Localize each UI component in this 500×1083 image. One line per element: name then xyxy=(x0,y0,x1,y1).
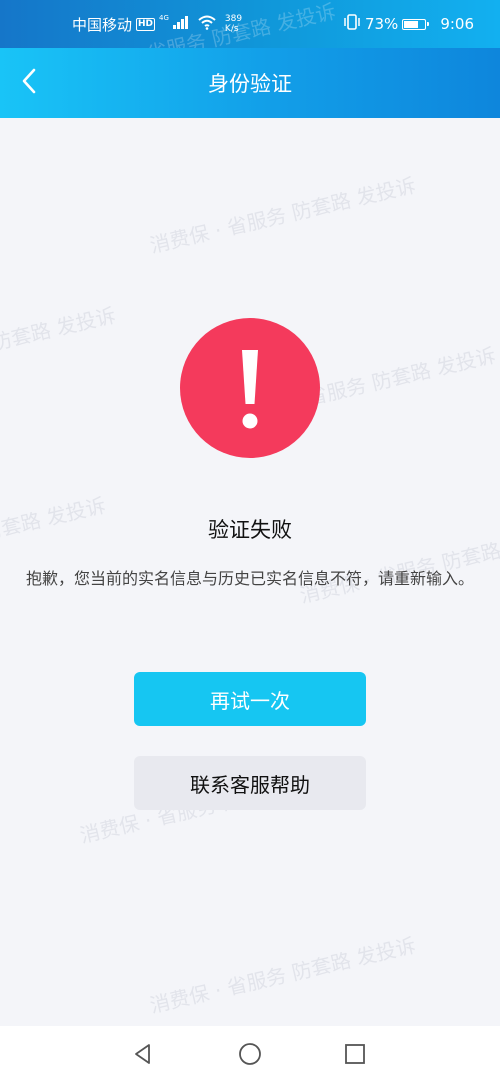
error-status-icon xyxy=(180,318,320,458)
speed-unit: K/s xyxy=(224,24,239,34)
contact-support-button[interactable]: 联系客服帮助 xyxy=(134,756,366,810)
network-type: 4G xyxy=(159,14,169,22)
wifi-icon xyxy=(197,14,217,34)
vibrate-icon xyxy=(343,14,361,34)
system-nav-bar xyxy=(0,1026,500,1083)
square-recents-icon xyxy=(345,1044,365,1064)
result-title: 验证失败 xyxy=(208,518,292,542)
status-left: 中国移动 HD 4G 389 K/s xyxy=(72,0,242,48)
system-back-button[interactable] xyxy=(123,1034,163,1074)
speed-value: 389 xyxy=(224,14,243,24)
exclamation-icon xyxy=(242,350,258,429)
retry-button[interactable]: 再试一次 xyxy=(134,672,366,726)
result-message: 抱歉，您当前的实名信息与历史已实名信息不符，请重新输入。 xyxy=(25,569,474,588)
page-title: 身份验证 xyxy=(208,72,292,96)
status-bar: 消费保 · 省服务 防套路 发投诉 中国移动 HD 4G 389 K/s 73%… xyxy=(0,0,500,84)
triangle-back-icon xyxy=(135,1044,150,1064)
system-home-button[interactable] xyxy=(230,1034,270,1074)
battery-percent: 73% xyxy=(364,15,399,33)
watermark-text: 消费保 · 省服务 防套路 发投诉 xyxy=(147,173,418,258)
battery-icon xyxy=(402,18,430,30)
signal-icon xyxy=(172,15,189,33)
circle-home-icon xyxy=(239,1043,261,1065)
status-right: 73% 9:06 xyxy=(343,0,474,48)
hd-badge: HD xyxy=(136,17,156,31)
system-recents-button[interactable] xyxy=(335,1034,375,1074)
battery-fill xyxy=(404,20,419,28)
watermark-text: 消费保 · 省服务 防套路 发投诉 xyxy=(147,933,418,1018)
nav-bar: 身份验证 xyxy=(0,48,500,118)
carrier-name: 中国移动 xyxy=(72,15,133,34)
clock-time: 9:06 xyxy=(440,15,474,33)
network-speed: 389 K/s xyxy=(225,14,242,34)
watermark-text: 消费保 · 省服务 防套路 发投诉 xyxy=(0,303,118,388)
